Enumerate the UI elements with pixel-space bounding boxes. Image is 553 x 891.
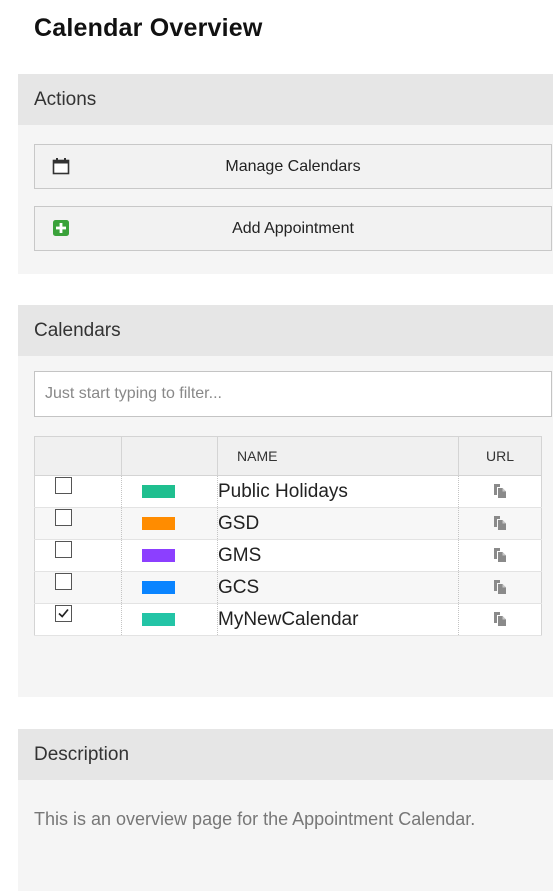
calendar-name: MyNewCalendar (217, 603, 459, 636)
row-check-cell (34, 475, 122, 508)
description-panel: Description This is an overview page for… (18, 729, 553, 891)
table-row: Public Holidays (34, 475, 542, 508)
add-appointment-button[interactable]: Add Appointment (34, 206, 552, 251)
row-color-cell (121, 603, 218, 636)
calendar-visibility-checkbox[interactable] (55, 477, 72, 494)
calendar-name: GMS (217, 539, 459, 572)
row-check-cell (34, 507, 122, 540)
calendar-visibility-checkbox[interactable] (55, 509, 72, 526)
copy-icon[interactable] (493, 579, 507, 595)
row-check-cell (34, 539, 122, 572)
row-color-cell (121, 475, 218, 508)
row-url-cell (458, 539, 542, 572)
manage-calendars-button[interactable]: Manage Calendars (34, 144, 552, 189)
table-header-row: NAME URL (34, 436, 542, 476)
row-color-cell (121, 571, 218, 604)
manage-calendars-label: Manage Calendars (225, 158, 361, 175)
table-row: GSD (34, 507, 542, 540)
header-url: URL (458, 436, 542, 476)
check-icon (58, 608, 69, 618)
row-url-cell (458, 571, 542, 604)
table-row: MyNewCalendar (34, 603, 542, 636)
calendars-header: Calendars (18, 305, 553, 356)
table-row: GCS (34, 571, 542, 604)
add-appointment-label: Add Appointment (232, 220, 354, 237)
header-color (121, 436, 218, 476)
calendar-visibility-checkbox[interactable] (55, 573, 72, 590)
calendars-panel: Calendars NAME URL Public Holidays (18, 305, 553, 697)
table-row: GMS (34, 539, 542, 572)
calendar-table: NAME URL Public Holidays GSD GMS GCS MyN… (34, 436, 542, 636)
calendar-name: GSD (217, 507, 459, 540)
copy-icon[interactable] (493, 547, 507, 563)
page-title: Calendar Overview (34, 14, 263, 42)
header-name[interactable]: NAME (217, 436, 459, 476)
calendar-name: Public Holidays (217, 475, 459, 508)
row-url-cell (458, 507, 542, 540)
copy-icon[interactable] (493, 483, 507, 499)
calendar-filter-input[interactable] (34, 371, 552, 417)
actions-panel: Actions Manage Calendars Add Appointment (18, 74, 553, 274)
calendar-visibility-checkbox[interactable] (55, 541, 72, 558)
row-url-cell (458, 603, 542, 636)
calendar-color-swatch (142, 580, 175, 594)
row-check-cell (34, 603, 122, 636)
copy-icon[interactable] (493, 515, 507, 531)
calendar-color-swatch (142, 516, 175, 530)
row-url-cell (458, 475, 542, 508)
copy-icon[interactable] (493, 611, 507, 627)
calendar-name: GCS (217, 571, 459, 604)
calendar-color-swatch (142, 548, 175, 562)
description-text: This is an overview page for the Appoint… (34, 809, 476, 829)
row-color-cell (121, 507, 218, 540)
description-header: Description (18, 729, 553, 780)
calendar-visibility-checkbox[interactable] (55, 605, 72, 622)
actions-header: Actions (18, 74, 553, 125)
calendar-color-swatch (142, 612, 175, 626)
row-color-cell (121, 539, 218, 572)
row-check-cell (34, 571, 122, 604)
calendar-color-swatch (142, 484, 175, 498)
header-check (34, 436, 122, 476)
